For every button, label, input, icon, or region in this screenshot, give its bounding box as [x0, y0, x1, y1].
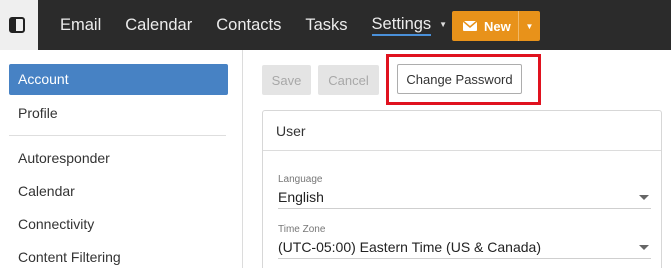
envelope-icon — [463, 21, 477, 31]
caret-down-icon: ▼ — [439, 20, 448, 29]
timezone-value: (UTC-05:00) Eastern Time (US & Canada) — [278, 239, 541, 255]
cancel-button[interactable]: Cancel — [318, 65, 379, 95]
sidebar-item-account[interactable]: Account — [9, 64, 228, 95]
settings-sidebar: Account Profile Autoresponder Calendar C… — [0, 50, 243, 268]
sidebar-item-content-filtering[interactable]: Content Filtering — [9, 242, 228, 268]
timezone-label: Time Zone — [278, 224, 326, 235]
sidebar-divider — [9, 135, 226, 136]
timezone-select[interactable]: (UTC-05:00) Eastern Time (US & Canada) — [278, 237, 651, 259]
dropdown-arrow-icon — [639, 195, 649, 200]
nav-contacts[interactable]: Contacts — [216, 0, 281, 50]
new-button-group: New ▼ — [452, 11, 540, 41]
save-button[interactable]: Save — [262, 65, 311, 95]
sidebar-toggle-button[interactable] — [0, 0, 38, 50]
nav-calendar[interactable]: Calendar — [125, 0, 192, 50]
caret-down-icon: ▼ — [525, 21, 534, 31]
language-select[interactable]: English — [278, 187, 651, 209]
main-nav: Email Calendar Contacts Tasks Settings ▼ — [60, 0, 471, 50]
sidebar-item-profile[interactable]: Profile — [9, 98, 228, 129]
language-value: English — [278, 189, 324, 205]
new-dropdown-button[interactable]: ▼ — [518, 11, 540, 41]
nav-email[interactable]: Email — [60, 0, 101, 50]
sidebar-item-calendar[interactable]: Calendar — [9, 176, 228, 207]
top-bar: Email Calendar Contacts Tasks Settings ▼… — [0, 0, 671, 50]
nav-settings-label: Settings — [371, 15, 432, 36]
sidebar-item-autoresponder[interactable]: Autoresponder — [9, 143, 228, 174]
nav-tasks[interactable]: Tasks — [305, 0, 347, 50]
sidebar-toggle-icon — [9, 17, 25, 33]
panel-title: User — [263, 111, 661, 151]
new-button-label: New — [484, 18, 511, 34]
user-panel: User Language English Time Zone (UTC-05:… — [262, 110, 662, 268]
new-button[interactable]: New — [452, 11, 518, 41]
dropdown-arrow-icon — [639, 245, 649, 250]
language-label: Language — [278, 174, 323, 185]
highlight-box — [386, 54, 541, 105]
sidebar-item-connectivity[interactable]: Connectivity — [9, 209, 228, 240]
nav-settings[interactable]: Settings ▼ — [371, 0, 448, 50]
